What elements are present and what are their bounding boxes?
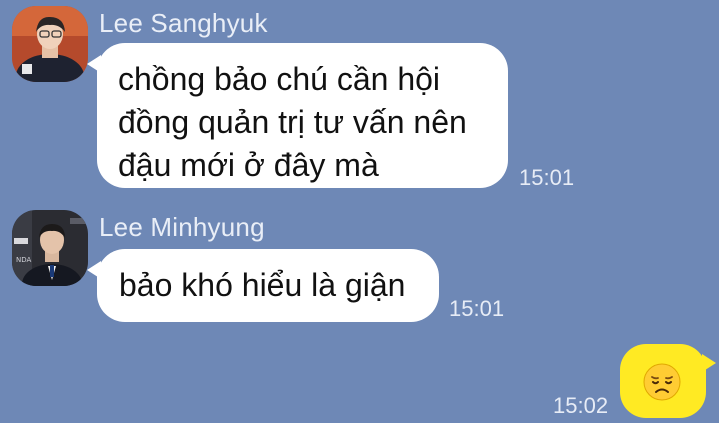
avatar[interactable] — [12, 6, 88, 82]
bubble-tail — [87, 55, 101, 73]
bubble-tail — [702, 354, 716, 372]
message-timestamp: 15:02 — [553, 393, 609, 418]
message-bubble[interactable]: bảo khó hiểu là giận — [87, 249, 439, 322]
message-bubble[interactable]: chồng bảo chú cần hội đồng quản trị tư v… — [87, 43, 508, 188]
svg-text:NDA: NDA — [16, 256, 32, 264]
sender-name: Lee Minhyung — [99, 212, 265, 242]
message-timestamp: 15:01 — [449, 296, 505, 321]
outgoing-message-bubble[interactable] — [620, 344, 716, 418]
message-line: bảo khó hiểu là giận — [119, 267, 406, 303]
person-photo-avatar-icon: NDA — [12, 210, 88, 286]
avatar[interactable]: NDA — [12, 210, 88, 286]
person-photo-avatar-icon — [12, 6, 88, 82]
message-line: chồng bảo chú cần hội — [118, 61, 441, 97]
sender-name: Lee Sanghyuk — [99, 8, 268, 38]
message-line: đồng quản trị tư vấn nên — [118, 104, 467, 140]
message-timestamp: 15:01 — [519, 165, 575, 190]
bubble-tail — [87, 261, 101, 279]
disappointed-face-emoji-icon — [643, 363, 681, 401]
message-line: đậu mới ở đây mà — [118, 147, 379, 183]
